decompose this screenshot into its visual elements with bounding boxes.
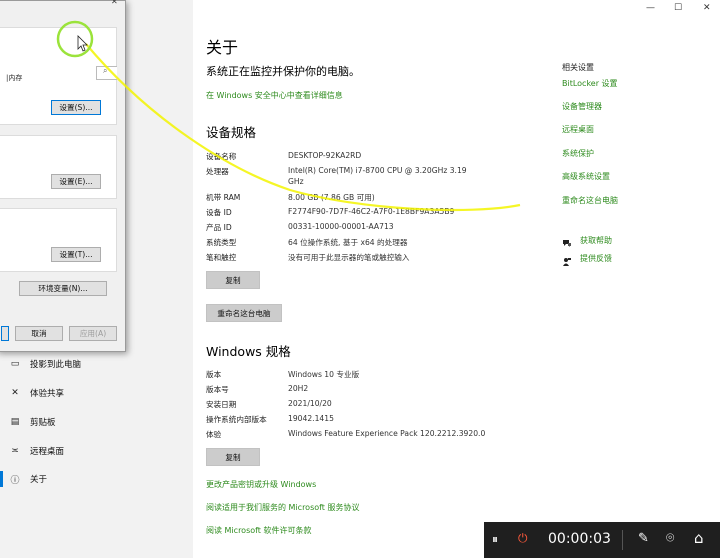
cursor-trail-overlay — [56, 20, 521, 212]
pen-icon[interactable]: ✎ — [638, 531, 649, 546]
camera-icon[interactable]: ⌾ — [666, 530, 674, 546]
recorder-toolbar: ⏸ ⏻ 00:00:03 ✎ ⌾ ⌂ — [484, 522, 720, 558]
toolbar-divider — [622, 530, 623, 550]
stop-icon[interactable]: ⏻ — [518, 531, 528, 546]
yellow-trail-line — [85, 43, 521, 212]
mouse-pointer-icon — [77, 35, 88, 52]
home-icon[interactable]: ⌂ — [694, 529, 704, 547]
cursor-highlight-ring — [56, 20, 94, 58]
pause-icon[interactable]: ⏸ — [492, 532, 498, 547]
recording-timer: 00:00:03 — [548, 531, 611, 547]
